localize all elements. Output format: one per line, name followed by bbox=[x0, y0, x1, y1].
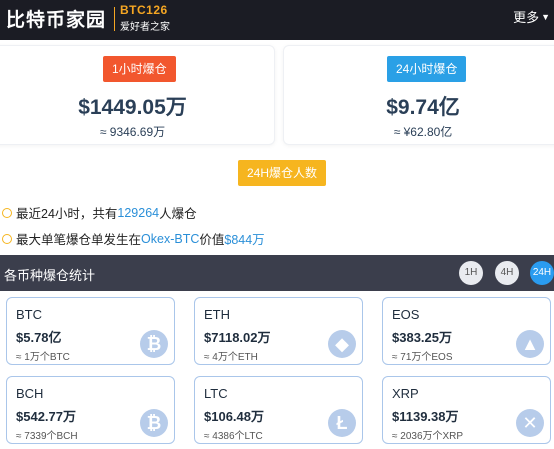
largest-liquidation-line: 最大单笔爆仓单发生在 Okex-BTC 价值 $844万 bbox=[2, 229, 265, 248]
coin-name: LTC bbox=[204, 386, 228, 401]
largest-exchange-link[interactable]: Okex-BTC bbox=[141, 232, 199, 246]
coin-card-eth[interactable]: ETH $7118.02万 ≈ 4万个ETH ◆ bbox=[194, 297, 363, 365]
coin-card-xrp[interactable]: XRP $1139.38万 ≈ 2036万个XRP ✕ bbox=[382, 376, 551, 444]
coin-amount: $106.48万 bbox=[204, 409, 264, 424]
coin-card-ltc[interactable]: LTC $106.48万 ≈ 4386个LTC Ł bbox=[194, 376, 363, 444]
coin-name: BTC bbox=[16, 307, 42, 322]
line2-mid: 价值 bbox=[199, 233, 225, 247]
logo-code: BTC126 bbox=[120, 3, 168, 17]
coin-stats-header: 各币种爆仓统计 1H 4H 24H bbox=[0, 255, 554, 291]
litecoin-icon: Ł bbox=[328, 409, 356, 437]
period-1h-button[interactable]: 1H bbox=[459, 261, 483, 285]
coin-amount: $383.25万 bbox=[392, 330, 452, 345]
bullet-icon bbox=[2, 233, 12, 244]
coin-stats-title: 各币种爆仓统计 bbox=[4, 268, 96, 283]
coin-amount: $5.78亿 bbox=[16, 330, 62, 345]
coin-quantity: ≈ 7339个BCH bbox=[16, 431, 78, 442]
coin-card-eos[interactable]: EOS $383.25万 ≈ 71万个EOS ▲ bbox=[382, 297, 551, 365]
coin-name: BCH bbox=[16, 386, 44, 401]
coin-amount: $542.77万 bbox=[16, 409, 76, 424]
coin-quantity: ≈ 4万个ETH bbox=[204, 352, 258, 363]
bitcoin-cash-icon: ₿ bbox=[140, 409, 168, 437]
period-4h-button[interactable]: 4H bbox=[495, 261, 519, 285]
coin-card-bch[interactable]: BCH $542.77万 ≈ 7339个BCH ₿ bbox=[6, 376, 175, 444]
site-logo[interactable]: 比特币家园 bbox=[6, 5, 106, 32]
coin-quantity: ≈ 2036万个XRP bbox=[392, 431, 464, 442]
more-menu-button[interactable]: 更多 ▼ bbox=[513, 7, 550, 26]
summary-cny: ≈ 9346.69万 bbox=[99, 125, 166, 139]
more-label: 更多 bbox=[513, 10, 540, 25]
coin-amount: $1139.38万 bbox=[392, 409, 459, 424]
eos-icon: ▲ bbox=[516, 330, 544, 358]
coin-quantity: ≈ 71万个EOS bbox=[392, 352, 453, 363]
ripple-icon: ✕ bbox=[516, 409, 544, 437]
coin-name: ETH bbox=[204, 307, 230, 322]
line1-suffix: 人爆仓 bbox=[159, 207, 197, 221]
line1-prefix: 最近24小时，共有 bbox=[16, 207, 118, 221]
people-count-tag: 24H爆仓人数 bbox=[238, 160, 327, 186]
summary-amount: $9.74亿 bbox=[386, 96, 460, 119]
ethereum-icon: ◆ bbox=[328, 330, 356, 358]
line2-prefix: 最大单笔爆仓单发生在 bbox=[16, 233, 142, 247]
coin-name: EOS bbox=[392, 307, 420, 322]
coin-quantity: ≈ 1万个BTC bbox=[16, 352, 70, 363]
coin-amount: $7118.02万 bbox=[204, 330, 271, 345]
summary-tag: 24小时爆仓 bbox=[387, 56, 467, 82]
bitcoin-icon: ₿ bbox=[140, 330, 168, 358]
coin-card-btc[interactable]: BTC $5.78亿 ≈ 1万个BTC ₿ bbox=[6, 297, 175, 365]
coin-name: XRP bbox=[392, 386, 419, 401]
logo-divider bbox=[114, 7, 115, 31]
logo-slogan: 爱好者之家 bbox=[120, 22, 170, 33]
liquidated-people-count: 129264 bbox=[117, 205, 160, 220]
largest-value: $844万 bbox=[224, 233, 265, 247]
summary-amount: $1449.05万 bbox=[78, 96, 187, 119]
summary-card-24h: 24小时爆仓 $9.74亿 ≈ ¥62.80亿 bbox=[283, 45, 554, 145]
summary-tag: 1小时爆仓 bbox=[103, 56, 176, 82]
recent-liquidation-line: 最近24小时，共有 129264 人爆仓 bbox=[2, 203, 197, 222]
summary-cny: ≈ ¥62.80亿 bbox=[393, 125, 453, 139]
bullet-icon bbox=[2, 207, 12, 218]
chevron-down-icon: ▼ bbox=[541, 11, 550, 22]
coin-quantity: ≈ 4386个LTC bbox=[204, 431, 263, 442]
top-header: 比特币家园 BTC126 爱好者之家 更多 ▼ bbox=[0, 0, 554, 40]
summary-card-1h: 1小时爆仓 $1449.05万 ≈ 9346.69万 bbox=[0, 45, 275, 145]
period-24h-button[interactable]: 24H bbox=[530, 261, 554, 285]
